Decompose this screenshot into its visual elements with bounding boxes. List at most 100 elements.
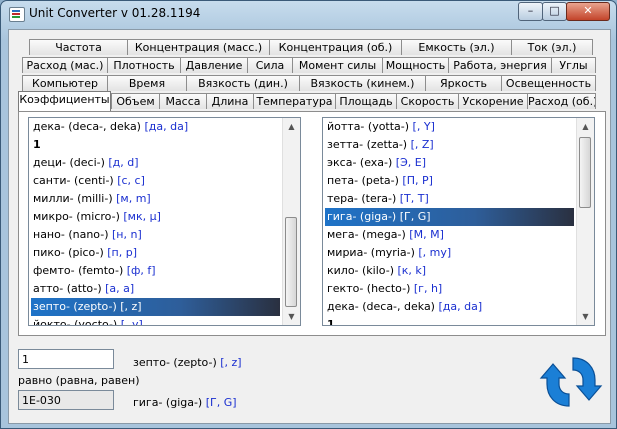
list-item[interactable]: мириа- (myria-) [, my] <box>325 244 574 262</box>
list-item[interactable]: санти- (centi-) [с, c] <box>31 172 280 190</box>
list-item-name: атто- (atto-) <box>33 282 102 295</box>
list-item[interactable]: йокто- (yocto-) [, y] <box>31 316 280 325</box>
tab-power[interactable]: Мощность <box>382 57 449 73</box>
swap-arrows-icon[interactable] <box>539 350 603 414</box>
tab-luminance[interactable]: Яркость <box>425 75 502 91</box>
to-unit-symbol: [Г, G] <box>205 396 237 409</box>
list-item-symbol: [г, h] <box>410 282 443 295</box>
tab-time[interactable]: Время <box>107 75 187 91</box>
list-item[interactable]: атто- (atto-) [а, a] <box>31 280 280 298</box>
list-item[interactable]: фемто- (femto-) [ф, f] <box>31 262 280 280</box>
scroll-up-icon[interactable]: ▲ <box>283 118 300 135</box>
tab-concentration-vol[interactable]: Концентрация (об.) <box>269 39 402 55</box>
list-item-name: милли- (milli-) <box>33 192 113 205</box>
list-item[interactable]: пета- (peta-) [П, P] <box>325 172 574 190</box>
tab-energy[interactable]: Работа, энергия <box>448 57 552 73</box>
list-item[interactable]: дека- (deca-, deka) [да, da] <box>325 298 574 316</box>
tab-frequency[interactable]: Частота <box>29 39 128 55</box>
tab-temperature[interactable]: Температура <box>253 93 336 109</box>
tab-mass-flow[interactable]: Расход (мас.) <box>22 57 108 73</box>
list-item-symbol: [а, a] <box>101 282 135 295</box>
list-item[interactable]: нано- (nano-) [н, n] <box>31 226 280 244</box>
list-item-symbol: [да, da] <box>140 120 189 133</box>
tab-speed[interactable]: Скорость <box>396 93 459 109</box>
equals-label: равно (равна, равен) <box>18 374 140 387</box>
tab-volume[interactable]: Объем <box>111 93 160 109</box>
list-item-symbol: [да, da] <box>434 300 483 313</box>
list-item[interactable]: милли- (milli-) [м, m] <box>31 190 280 208</box>
tab-current[interactable]: Ток (эл.) <box>511 39 593 55</box>
list-item-name: нано- (nano-) <box>33 228 109 241</box>
tab-acceleration[interactable]: Ускорение <box>458 93 528 109</box>
list-item[interactable]: кило- (kilo-) [к, k] <box>325 262 574 280</box>
to-unit-list[interactable]: деци- (deci-) [д, d]1дека- (deca-, deka)… <box>322 117 595 326</box>
list-item-name: кило- (kilo-) <box>327 264 394 277</box>
scroll-down-icon[interactable]: ▼ <box>283 308 300 325</box>
tab-force[interactable]: Сила <box>247 57 293 73</box>
list-item[interactable]: пико- (pico-) [п, p] <box>31 244 280 262</box>
list-item-name: мега- (mega-) <box>327 228 406 241</box>
list-item[interactable]: йотта- (yotta-) [, Y] <box>325 118 574 136</box>
list-item[interactable]: 1 <box>325 316 574 326</box>
list-item[interactable]: микро- (micro-) [мк, μ] <box>31 208 280 226</box>
tab-concentration-mass[interactable]: Концентрация (масс.) <box>127 39 270 55</box>
list-item[interactable]: деци- (deci-) [д, d] <box>31 154 280 172</box>
tab-angles[interactable]: Углы <box>551 57 596 73</box>
maximize-button[interactable]: □ <box>542 2 567 21</box>
list-item-symbol: [с, c] <box>113 174 145 187</box>
list-item-name: йотта- (yotta-) <box>327 120 410 133</box>
list-item[interactable]: мега- (mega-) [М, M] <box>325 226 574 244</box>
list-item[interactable]: гекто- (hecto-) [г, h] <box>325 280 574 298</box>
list-item-name: зепто- (zepto-) <box>33 300 117 313</box>
scroll-down-icon[interactable]: ▼ <box>577 308 594 325</box>
list-item-name: экса- (exa-) <box>327 156 393 169</box>
tab-viscosity-kin[interactable]: Вязкость (кинем.) <box>299 75 426 91</box>
tab-mass[interactable]: Масса <box>159 93 207 109</box>
result-field: 1E-030 <box>18 390 114 410</box>
list-item[interactable]: 1 <box>31 136 280 154</box>
scroll-up-icon[interactable]: ▲ <box>577 118 594 135</box>
list-item-name: гига- (giga-) <box>327 210 397 223</box>
list-item-name: 1 <box>327 318 335 326</box>
close-button[interactable]: ✕ <box>566 2 610 21</box>
scroll-thumb[interactable] <box>285 217 297 307</box>
scroll-thumb[interactable] <box>579 137 591 208</box>
list-item[interactable]: дека- (deca-, deka) [да, da] <box>31 118 280 136</box>
list-item-name: 1 <box>33 138 41 151</box>
main-client-area: Частота Концентрация (масс.) Концентраци… <box>8 29 611 424</box>
list-item-name: дека- (deca-, deka) <box>327 300 435 313</box>
list-item-symbol: [м, m] <box>112 192 151 205</box>
list-item-name: гекто- (hecto-) <box>327 282 411 295</box>
tab-torque[interactable]: Момент силы <box>292 57 383 73</box>
from-unit-name: зепто- (zepto-) <box>133 356 217 369</box>
list-item-symbol: [к, k] <box>394 264 427 277</box>
tab-area[interactable]: Площадь <box>335 93 397 109</box>
window-title: Unit Converter v 01.28.1194 <box>29 6 201 20</box>
to-unit-label: гига- (giga-) [Г, G] <box>133 396 237 409</box>
from-list-scrollbar[interactable]: ▲ ▼ <box>282 118 300 325</box>
list-item[interactable]: тера- (tera-) [Т, T] <box>325 190 574 208</box>
list-item[interactable]: зетта- (zetta-) [, Z] <box>325 136 574 154</box>
list-item-symbol: [Э, E] <box>392 156 427 169</box>
value-input[interactable]: 1 <box>18 349 114 369</box>
tab-coefficients[interactable]: Коэффициенты <box>18 91 111 111</box>
tab-computer[interactable]: Компьютер <box>22 75 108 91</box>
list-item-symbol: [М, M] <box>405 228 444 241</box>
tab-length[interactable]: Длина <box>206 93 254 109</box>
from-unit-list[interactable]: йокто- (yocto-) [, y] зепто- (zepto-) [, … <box>28 117 301 326</box>
tab-pressure[interactable]: Давление <box>180 57 248 73</box>
tab-capacitance[interactable]: Емкость (эл.) <box>401 39 512 55</box>
tab-volume-flow[interactable]: Расход (об.) <box>527 93 596 109</box>
to-list-scrollbar[interactable]: ▲ ▼ <box>576 118 594 325</box>
list-item-symbol: [мк, μ] <box>119 210 161 223</box>
minimize-button[interactable]: – <box>518 2 543 21</box>
list-item-selected[interactable]: гига- (giga-) [Г, G] <box>325 208 574 226</box>
tab-density[interactable]: Плотность <box>107 57 181 73</box>
list-item-name: тера- (tera-) <box>327 192 397 205</box>
list-item-name: мириа- (myria-) <box>327 246 415 259</box>
tab-viscosity-dyn[interactable]: Вязкость (дин.) <box>186 75 300 91</box>
list-item[interactable]: экса- (exa-) [Э, E] <box>325 154 574 172</box>
list-item-name: пико- (pico-) <box>33 246 104 259</box>
tab-illuminance[interactable]: Освещенность <box>501 75 596 91</box>
list-item-selected[interactable]: зепто- (zepto-) [, z] <box>31 298 280 316</box>
